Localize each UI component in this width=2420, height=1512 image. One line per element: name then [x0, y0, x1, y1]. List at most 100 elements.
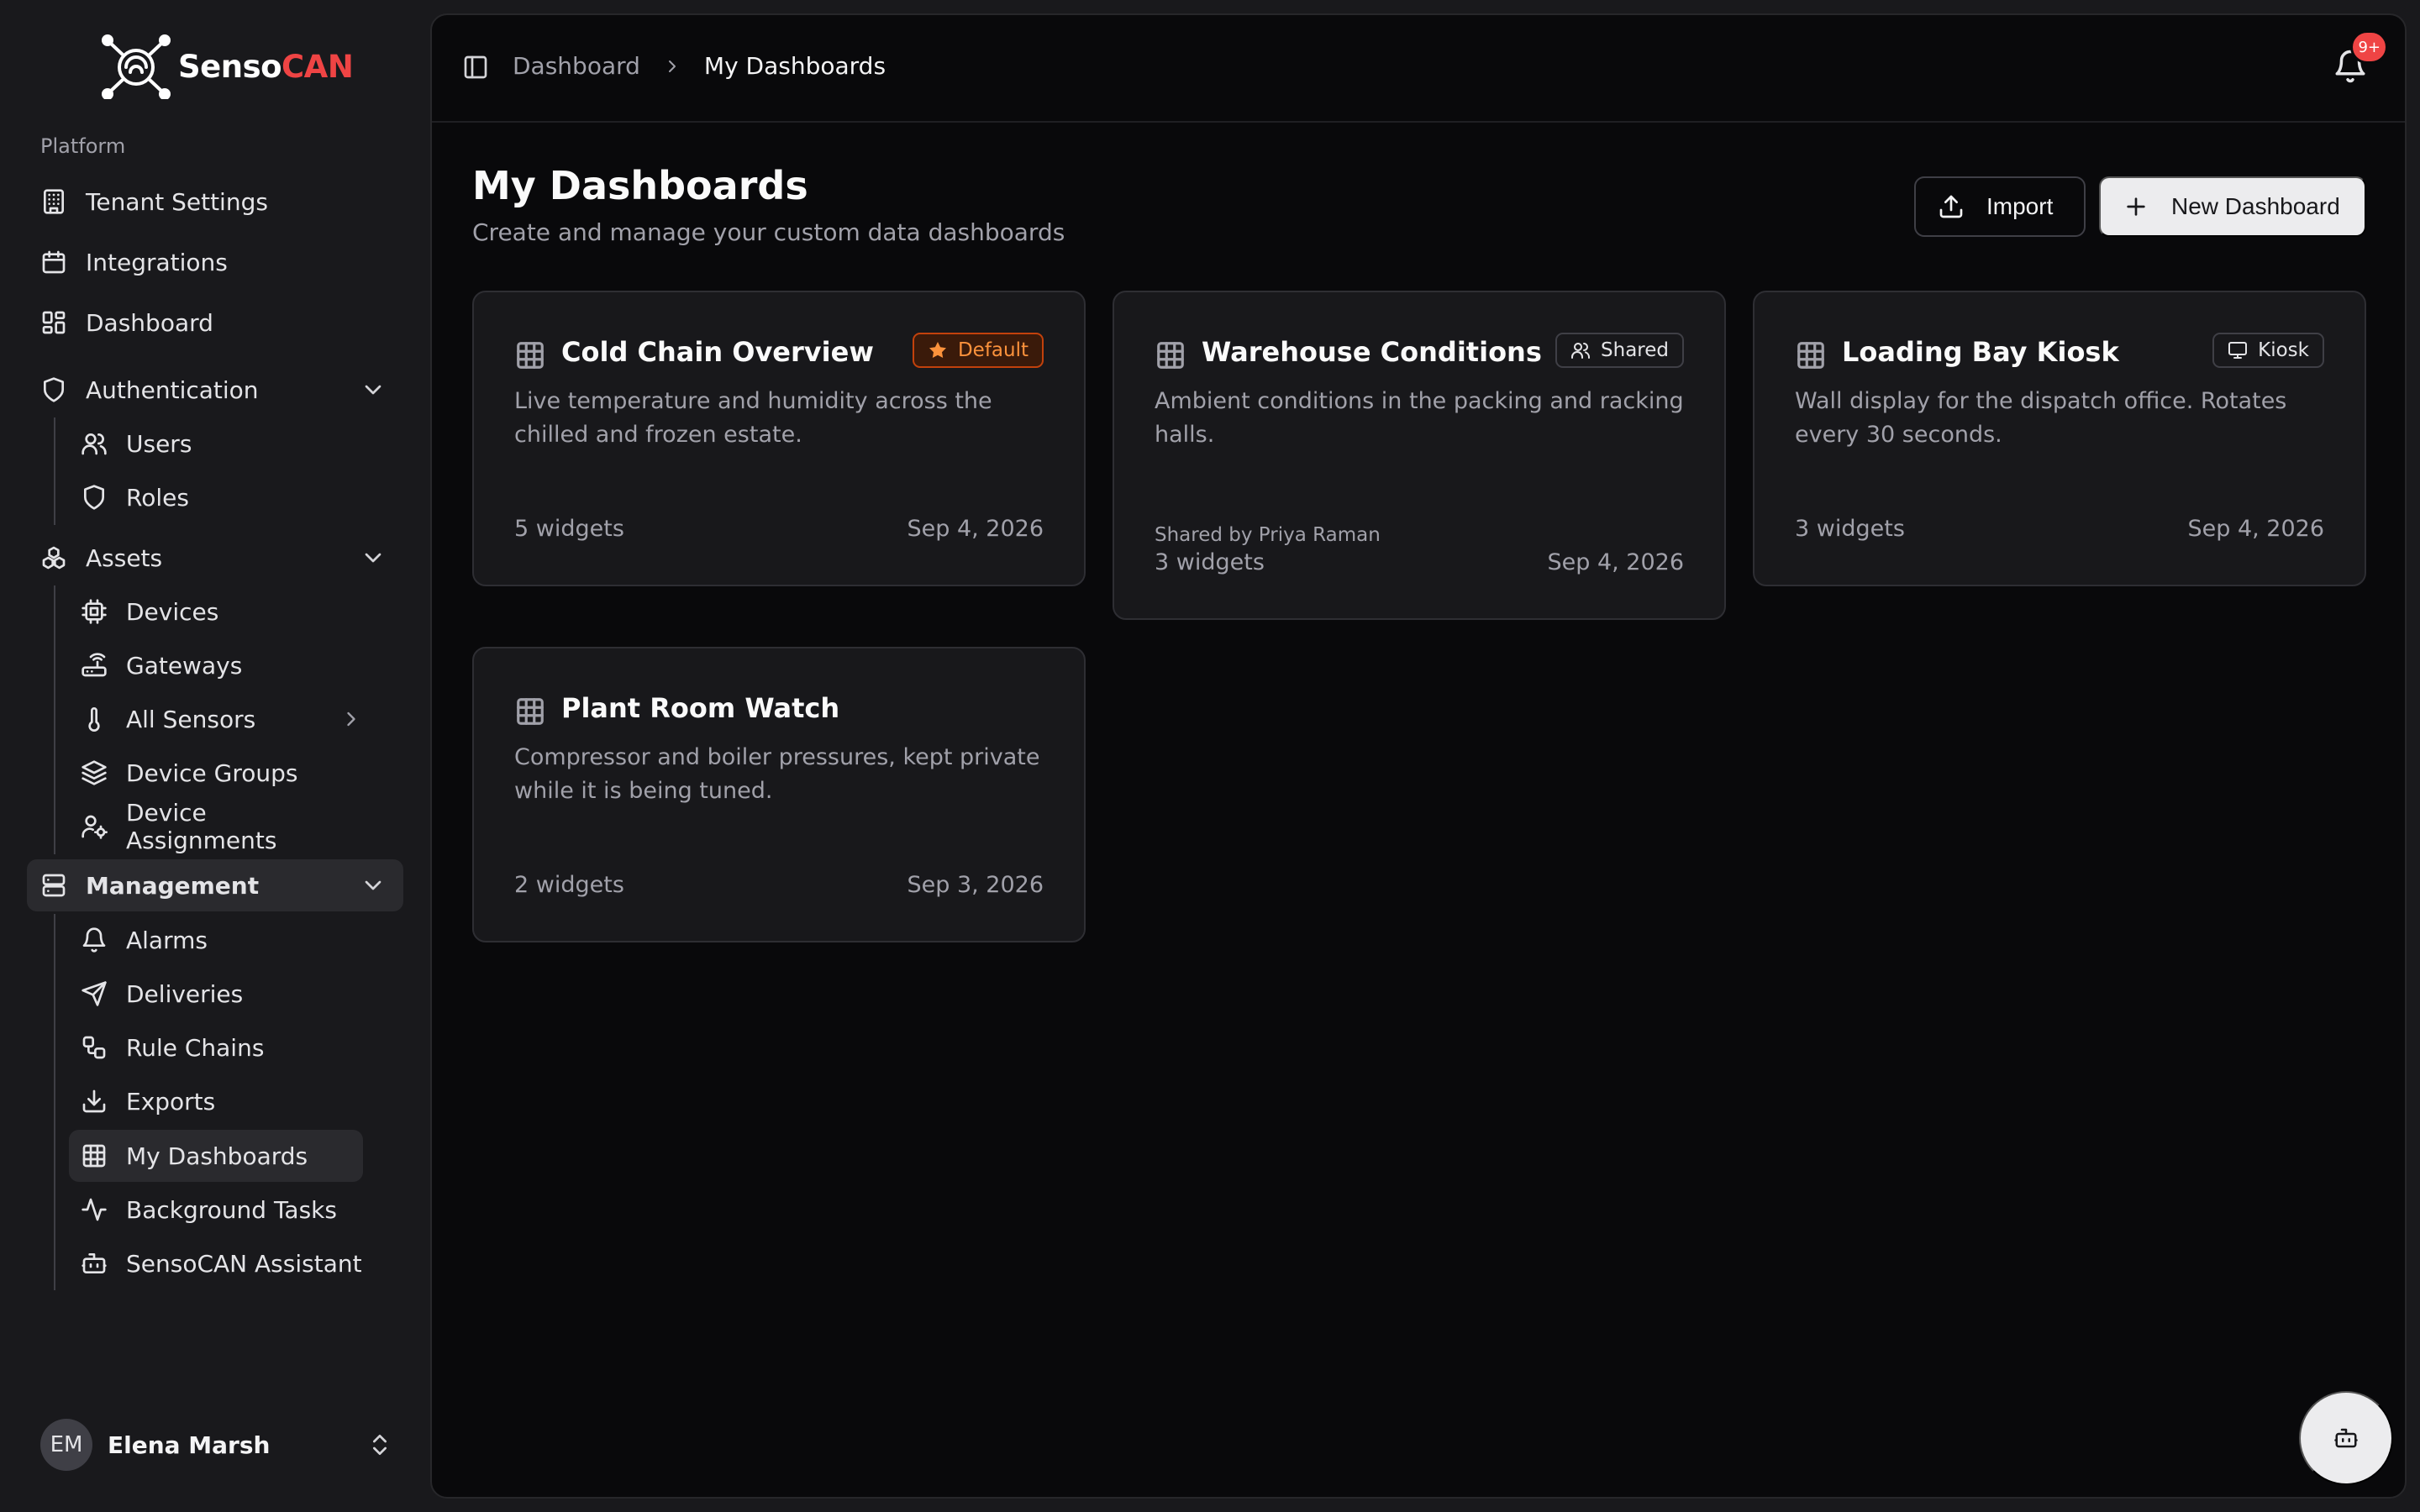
grid-icon — [81, 1142, 108, 1169]
sidebar-item-device-assignments[interactable]: Device Assignments — [69, 799, 363, 854]
calendar-icon — [40, 249, 67, 276]
grid-icon — [514, 696, 546, 727]
router-icon — [81, 652, 108, 679]
dashboard-card-description: Compressor and boiler pressures, kept pr… — [514, 744, 1040, 804]
sidebar-item-label: Dashboard — [86, 308, 213, 337]
widget-count: 2 widgets — [514, 872, 624, 898]
activity-icon — [81, 1196, 108, 1223]
sidebar-item-label: Integrations — [86, 248, 228, 276]
breadcrumb-link[interactable]: Dashboard — [513, 52, 640, 80]
sidebar-item-label: Roles — [126, 483, 189, 512]
sidebar-item-authentication[interactable]: Authentication — [27, 364, 403, 416]
breadcrumb-current: My Dashboards — [703, 52, 886, 80]
shield-icon — [40, 376, 67, 403]
grid-icon — [1155, 339, 1186, 371]
default-badge: Default — [912, 333, 1044, 368]
badge-label: Default — [957, 339, 1028, 361]
sidebar-item-label: Authentication — [86, 375, 259, 404]
upload-icon — [1938, 193, 1965, 220]
dashboard-date: Sep 3, 2026 — [907, 872, 1044, 898]
sidebar-item-label: My Dashboards — [126, 1142, 308, 1170]
sidebar-item-my-dashboards[interactable]: My Dashboards — [69, 1130, 363, 1182]
tree-guide — [54, 585, 55, 854]
dashboard-card[interactable]: Cold Chain Overview Default Live tempera… — [472, 291, 1086, 586]
sidebar-item-label: Rule Chains — [126, 1033, 265, 1062]
sidebar-item-label: Management — [86, 871, 260, 900]
thermometer-icon — [81, 706, 108, 732]
sidebar-item-assistant[interactable]: SensoCAN Assistant — [69, 1237, 363, 1289]
sidebar-item-all-sensors[interactable]: All Sensors — [69, 693, 363, 745]
new-dashboard-button-label: New Dashboard — [2171, 193, 2340, 219]
dashboard-card-description: Wall display for the dispatch office. Ro… — [1795, 388, 2287, 448]
shared-by-text: Shared by Priya Raman — [1155, 524, 1381, 546]
chevron-right-icon — [662, 56, 682, 76]
breadcrumb: Dashboard My Dashboards — [513, 52, 886, 80]
topbar: Dashboard My Dashboards 9+ — [432, 15, 2405, 123]
cpu-icon — [81, 598, 108, 625]
sidebar-item-background-tasks[interactable]: Background Tasks — [69, 1184, 363, 1236]
assistant-fab-button[interactable] — [2299, 1391, 2393, 1485]
chevron-down-icon[interactable] — [360, 376, 387, 403]
sidebar-item-label: Deliveries — [126, 979, 244, 1008]
tree-guide — [54, 914, 55, 1290]
chevrons-up-down-icon[interactable] — [366, 1431, 393, 1458]
dashboard-card[interactable]: Plant Room Watch Compressor and boiler p… — [472, 647, 1086, 942]
chevron-down-icon[interactable] — [360, 872, 387, 899]
dashboard-date: Sep 4, 2026 — [2187, 516, 2324, 542]
sidebar-item-roles[interactable]: Roles — [69, 471, 363, 523]
dashboard-card-title: Plant Room Watch — [561, 692, 840, 724]
dashboard-card[interactable]: Loading Bay Kiosk Kiosk Wall display for… — [1753, 291, 2366, 586]
sidebar-item-users[interactable]: Users — [69, 417, 363, 470]
sidebar-item-label: Alarms — [126, 926, 208, 954]
widget-count: 5 widgets — [514, 516, 624, 542]
sidebar-item-integrations[interactable]: Integrations — [27, 236, 403, 288]
import-button[interactable]: Import — [1914, 176, 2086, 237]
page-title: My Dashboards — [472, 163, 808, 208]
bell-icon — [81, 927, 108, 953]
user-menu[interactable]: EM Elena Marsh — [40, 1418, 393, 1472]
server-icon — [40, 872, 67, 899]
shared-badge: Shared — [1555, 333, 1684, 368]
send-icon — [81, 980, 108, 1007]
sidebar-item-exports[interactable]: Exports — [69, 1075, 363, 1127]
widget-count: 3 widgets — [1155, 549, 1265, 575]
badge-label: Shared — [1601, 339, 1669, 361]
user-name: Elena Marsh — [108, 1431, 271, 1459]
new-dashboard-button[interactable]: New Dashboard — [2099, 176, 2366, 237]
sidebar-item-label: Background Tasks — [126, 1195, 337, 1224]
sidebar-item-dashboard[interactable]: Dashboard — [27, 297, 403, 349]
sidebar-section-label: Platform — [40, 134, 126, 158]
logo-text: SensoCAN — [178, 48, 354, 85]
sidebar-item-assets[interactable]: Assets — [27, 532, 403, 584]
dashboard-card-title: Warehouse Conditions — [1202, 336, 1542, 368]
chevron-right-icon[interactable] — [339, 707, 363, 731]
chevron-down-icon[interactable] — [360, 544, 387, 571]
download-icon — [81, 1088, 108, 1115]
building-icon — [40, 188, 67, 215]
sidebar-item-deliveries[interactable]: Deliveries — [69, 968, 363, 1020]
sidebar-item-label: All Sensors — [126, 705, 256, 733]
main-panel: Dashboard My Dashboards 9+ My Dashboards… — [430, 13, 2407, 1499]
sidebar-item-alarms[interactable]: Alarms — [69, 914, 363, 966]
sidebar: SensoCAN Platform Tenant Settings Integr… — [0, 0, 430, 1512]
dashboard-card[interactable]: Warehouse Conditions Shared Ambient cond… — [1113, 291, 1726, 620]
dashboard-card-description: Ambient conditions in the packing and ra… — [1155, 388, 1684, 448]
avatar: EM — [40, 1419, 92, 1471]
sidebar-item-label: Assets — [86, 543, 163, 572]
dashboard-card-title: Cold Chain Overview — [561, 336, 874, 368]
sidebar-item-label: Device Assignments — [126, 799, 277, 854]
sidebar-toggle-icon[interactable] — [462, 54, 489, 81]
user-cog-icon — [81, 813, 108, 840]
sidebar-item-gateways[interactable]: Gateways — [69, 639, 363, 691]
sidebar-item-label: Gateways — [126, 651, 243, 680]
sidebar-item-management[interactable]: Management — [27, 859, 403, 911]
sidebar-item-device-groups[interactable]: Device Groups — [69, 747, 363, 799]
sidebar-item-devices[interactable]: Devices — [69, 585, 363, 638]
users-icon — [1570, 340, 1591, 360]
sidebar-item-tenant-settings[interactable]: Tenant Settings — [27, 176, 403, 228]
grid-icon — [514, 339, 546, 371]
sidebar-item-label: Devices — [126, 597, 219, 626]
app-logo[interactable]: SensoCAN — [101, 34, 354, 99]
sidebar-item-label: Device Groups — [126, 759, 298, 787]
sidebar-item-rule-chains[interactable]: Rule Chains — [69, 1021, 363, 1074]
